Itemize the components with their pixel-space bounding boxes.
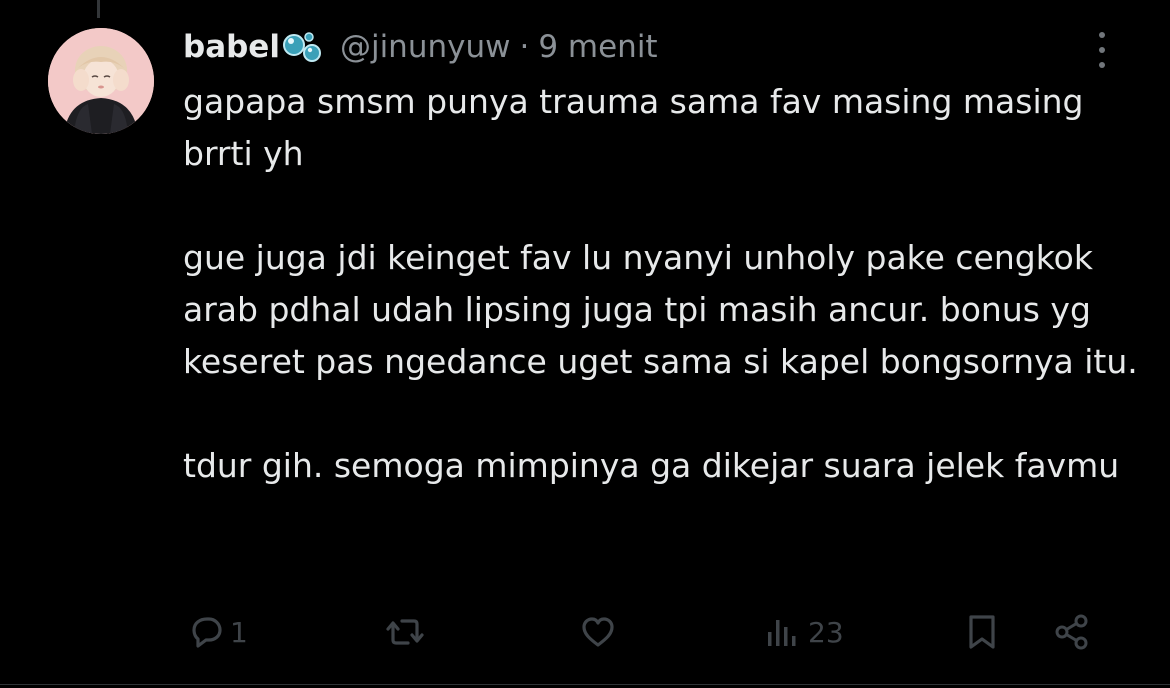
tweet-timestamp[interactable]: 9 menit	[538, 22, 657, 72]
reply-button[interactable]: 1	[186, 604, 248, 660]
reply-count: 1	[230, 615, 248, 649]
share-icon	[1052, 612, 1092, 652]
heart-icon	[578, 612, 618, 652]
like-button[interactable]	[578, 604, 622, 660]
user-handle[interactable]: @jinunyuw	[340, 22, 511, 72]
tweet-actions: 1 23	[0, 604, 1170, 660]
tweet-divider	[0, 684, 1170, 685]
display-name[interactable]: babel	[183, 22, 280, 72]
bubbles-icon	[282, 30, 326, 64]
repost-icon	[384, 612, 426, 652]
tweet-text: gapapa smsm punya trauma sama fav masing…	[183, 76, 1143, 492]
tweet-header: babel @jinunyuw · 9 menit	[183, 22, 658, 72]
views-count: 23	[808, 615, 844, 649]
thread-connector-line	[97, 0, 100, 18]
views-icon	[764, 612, 804, 652]
reply-icon	[186, 612, 226, 652]
tweet-paragraph: gue juga jdi keinget fav lu nyanyi unhol…	[183, 238, 1138, 381]
tweet-paragraph: gapapa smsm punya trauma sama fav masing…	[183, 82, 1084, 173]
header-separator: ·	[519, 29, 530, 65]
share-button[interactable]	[1052, 604, 1092, 660]
repost-button[interactable]	[384, 604, 430, 660]
bookmark-icon	[962, 612, 1002, 652]
more-vertical-icon[interactable]	[1092, 32, 1112, 68]
views-button[interactable]: 23	[764, 604, 844, 660]
tweet-paragraph: tdur gih. semoga mimpinya ga dikejar sua…	[183, 446, 1120, 485]
avatar[interactable]	[48, 28, 154, 134]
bookmark-button[interactable]	[962, 604, 1002, 660]
